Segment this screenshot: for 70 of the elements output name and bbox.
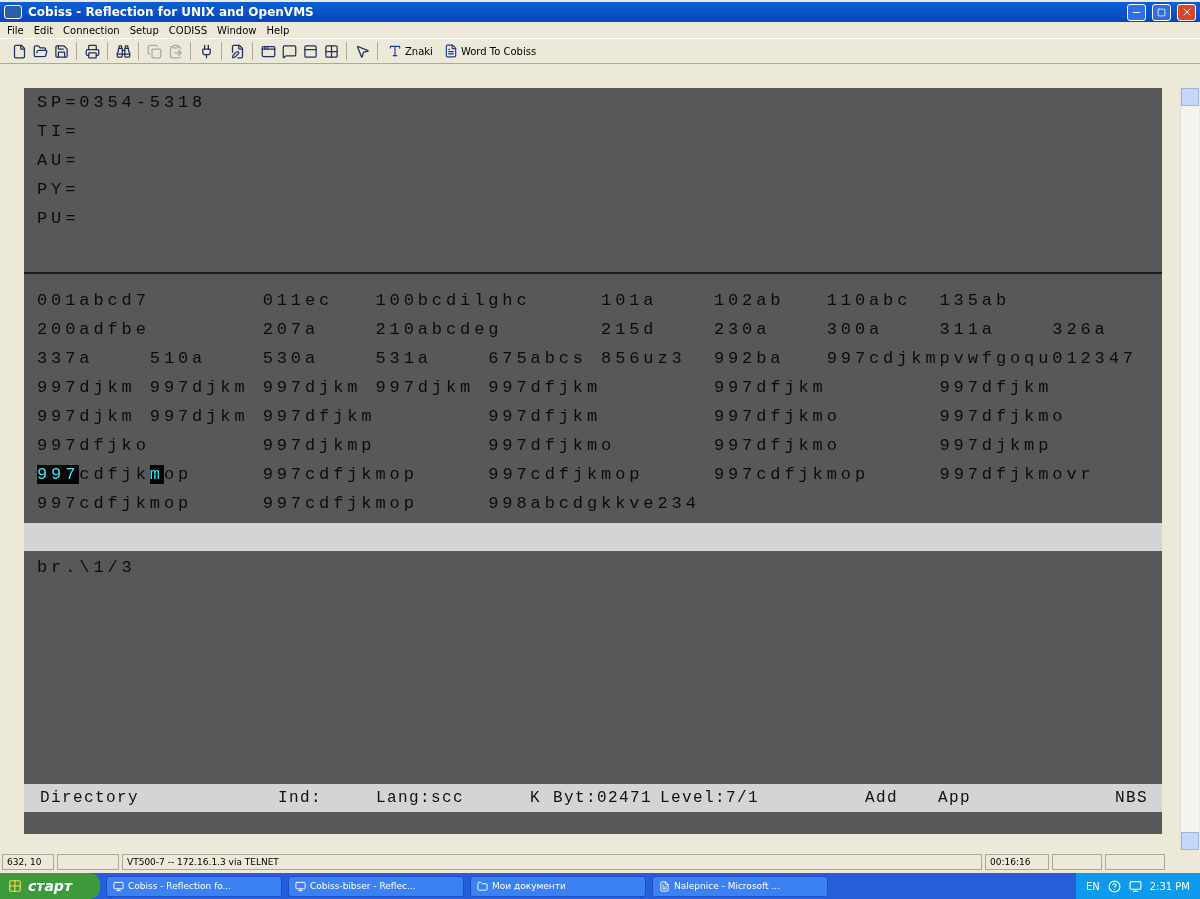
monitor-icon (295, 880, 306, 892)
open-folder-icon[interactable] (31, 42, 49, 60)
menu-item[interactable]: Help (261, 24, 295, 36)
status-text: Ind: (278, 789, 323, 807)
grid-icon[interactable] (322, 42, 340, 60)
save-icon[interactable] (52, 42, 70, 60)
speech-bubble-icon[interactable] (280, 42, 298, 60)
document-icon (443, 44, 458, 58)
maximize-button[interactable] (1152, 3, 1171, 21)
menu-item[interactable]: Edit (28, 24, 59, 36)
document-icon (659, 880, 670, 892)
terminal-line: SP=0354-5318 (36, 92, 208, 114)
status-text: App (938, 789, 972, 807)
terminal-text: op 997cdfjkmop 997cdfjkmop 997cdfjkmop 997dfjkmovr (163, 465, 1095, 484)
terminal-text: 997djkm 997djkm 997djkm 997djkm 997dfjkm 997dfjkm 997dfjkm (37, 378, 1053, 397)
window-title: Cobiss - Reflection for UNIX and OpenVMS (28, 5, 315, 19)
toolbar-button[interactable]: Znaki (384, 44, 437, 58)
clock: 2:31 PM (1149, 880, 1190, 892)
menu-item[interactable]: Connection (58, 24, 125, 36)
terminal-text: 001abcd7 011ec 100bcdilghc 101a 102ab 110abc 135ab (37, 291, 1010, 310)
scroll-bar[interactable] (1180, 88, 1199, 850)
printer-icon[interactable] (83, 42, 101, 60)
folder-icon (477, 880, 488, 892)
highlighted-text: m (149, 465, 164, 484)
status-text: K (530, 789, 542, 807)
taskbar-button[interactable]: Мои документи (470, 875, 646, 897)
terminal-line: PY= (36, 179, 81, 201)
minimize-button[interactable] (1127, 3, 1146, 21)
cursor-position: 632, 10 (2, 854, 54, 870)
maximize-icon (1157, 7, 1166, 17)
windows-logo-icon (8, 879, 22, 893)
menu-item[interactable]: File (2, 24, 29, 36)
status-text: Lang:scc (376, 789, 465, 807)
highlighted-text: 997 (37, 465, 80, 484)
session-timer: 00:16:16 (985, 854, 1049, 870)
status-pane (57, 854, 119, 870)
terminal-text: 997dfjko 997djkmp 997dfjkmo 997dfjkmo 997djkmp (37, 436, 1053, 455)
terminal-text: cdfjk (79, 465, 150, 484)
terminal-text: 997djkm 997djkm 997dfjkm 997dfjkm 997dfjkmo 997dfjkmo (37, 407, 1067, 426)
menu-item[interactable]: Setup (124, 24, 164, 36)
close-button[interactable] (1177, 3, 1196, 21)
terminal-text: 337a 510a 530a 531a 675abcs 856uz3 992ba 997cdjkmpvwfgoqu012347 (37, 349, 1137, 368)
menu-item[interactable]: CODISS (163, 24, 212, 36)
letter-icon (388, 44, 402, 58)
help-icon[interactable] (1107, 879, 1121, 893)
status-text: Byt:02471 (553, 789, 653, 807)
terminal-line: TI= (36, 121, 81, 143)
terminal-text: 200adfbe 207a 210abcdeg 215d 230a 300a 311a 326a (37, 320, 1109, 339)
monitor-icon (113, 880, 124, 892)
status-text: Directory (40, 789, 140, 807)
taskbar-button[interactable]: Nalepnice - Microsoft ... (652, 875, 828, 897)
terminal-line: PU= (36, 208, 81, 230)
status-text: Add (865, 789, 899, 807)
panel-icon[interactable] (301, 42, 319, 60)
toolbar-button[interactable]: Word To Cobiss (439, 44, 541, 58)
terminal-line: AU= (36, 150, 81, 172)
connection-info: VT500-7 -- 172.16.1.3 via TELNET (122, 854, 982, 870)
taskbar-button[interactable]: Cobiss - Reflection fo... (106, 875, 282, 897)
status-text: Level:7/1 (660, 789, 760, 807)
status-text: NBS (1115, 789, 1148, 807)
menu-item[interactable]: Window (212, 24, 262, 36)
monitor-icon[interactable] (1128, 879, 1142, 893)
status-pane (1105, 854, 1165, 870)
terminal-text: 997cdfjkmop 997cdfjkmop 998abcdgkkve234 (37, 494, 700, 513)
binoculars-icon[interactable] (114, 42, 132, 60)
status-pane (1052, 854, 1102, 870)
terminal-message: br.\1/3 (36, 557, 137, 579)
taskbar-button[interactable]: Cobiss-bibser - Reflec... (288, 875, 464, 897)
start-button[interactable]: старт (0, 873, 100, 899)
app-icon (4, 5, 22, 19)
